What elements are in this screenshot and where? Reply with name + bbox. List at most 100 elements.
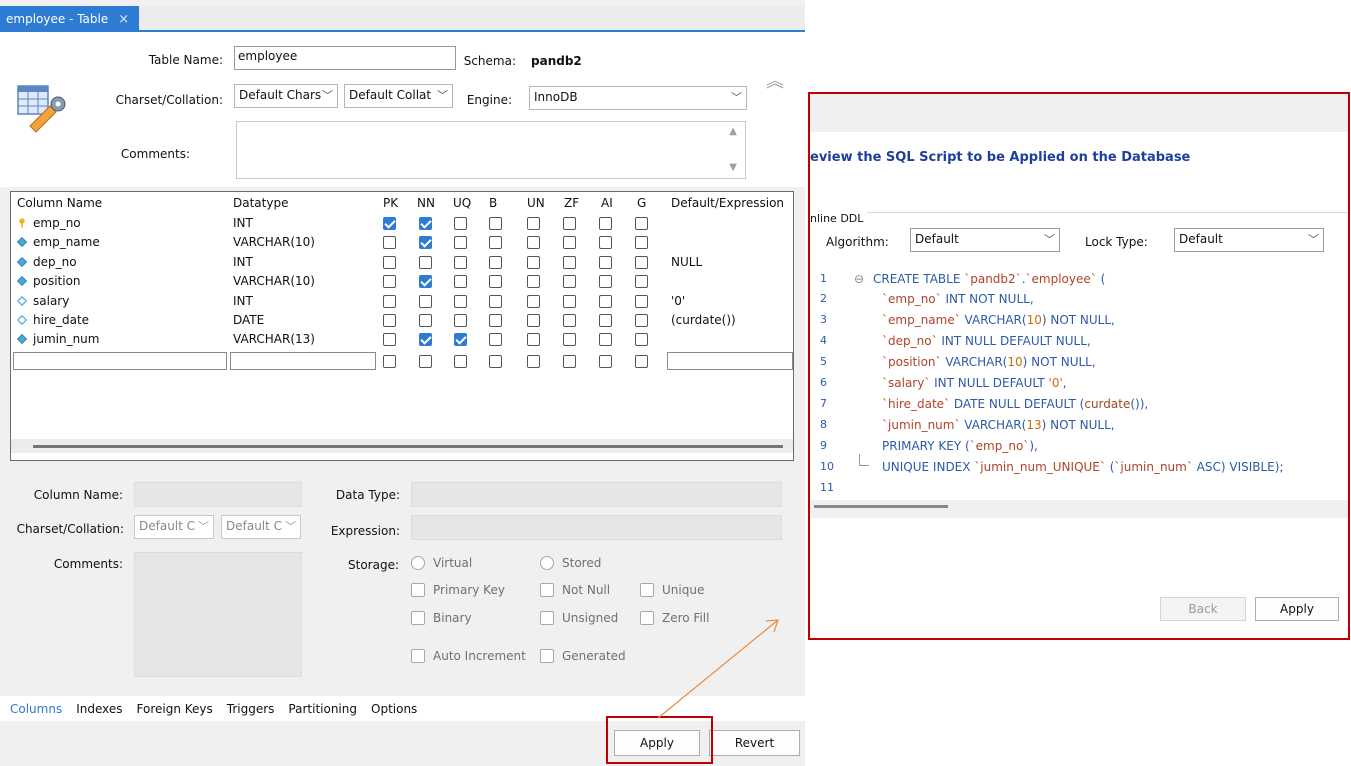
pk-checkbox[interactable] (383, 314, 396, 327)
nn-checkbox[interactable] (419, 236, 432, 250)
tab-indexes[interactable]: Indexes (76, 702, 122, 716)
b-checkbox[interactable] (489, 255, 502, 269)
un-checkbox[interactable] (527, 275, 540, 289)
b-checkbox[interactable] (489, 314, 502, 327)
b-checkbox[interactable] (489, 355, 502, 368)
un-checkbox[interactable] (527, 236, 540, 250)
nn-checkbox[interactable] (419, 294, 432, 308)
g-checkbox[interactable] (635, 314, 648, 327)
b-checkbox[interactable] (489, 333, 502, 347)
default-expression-cell[interactable]: (curdate()) (671, 313, 736, 327)
un-checkbox[interactable] (527, 314, 540, 327)
b-checkbox[interactable] (489, 275, 502, 289)
table-row[interactable]: emp_name VARCHAR(10) (11, 233, 793, 252)
datatype-cell[interactable]: VARCHAR(13) (233, 332, 315, 346)
ai-checkbox[interactable] (599, 236, 612, 250)
nn-checkbox[interactable] (419, 255, 432, 269)
datatype-cell[interactable]: VARCHAR(10) (233, 235, 315, 249)
header-b[interactable]: B (489, 196, 497, 210)
tab-partitioning[interactable]: Partitioning (288, 702, 357, 716)
datatype-cell[interactable]: DATE (233, 313, 264, 327)
uq-checkbox[interactable] (454, 314, 467, 327)
un-checkbox[interactable] (527, 255, 540, 269)
nn-checkbox[interactable] (419, 217, 432, 230)
collation-select[interactable]: Default Collat ﹀ (344, 84, 453, 108)
sql-script-editor[interactable]: 1 ⊖ CREATE TABLE `pandb2`.`employee` ( 2 `e… (810, 266, 1348, 502)
pk-checkbox[interactable] (383, 294, 396, 308)
algorithm-select[interactable]: Default ﹀ (910, 228, 1060, 252)
header-ai[interactable]: AI (601, 196, 613, 210)
charset-select[interactable]: Default Chars ﹀ (234, 84, 338, 108)
not-null-checkbox[interactable]: Not Null (540, 583, 610, 597)
nn-checkbox[interactable] (419, 333, 432, 347)
zf-checkbox[interactable] (563, 355, 576, 368)
un-checkbox[interactable] (527, 355, 540, 368)
stored-radio[interactable]: Stored (540, 556, 601, 570)
uq-checkbox[interactable] (454, 217, 467, 230)
header-g[interactable]: G (637, 196, 646, 210)
un-checkbox[interactable] (527, 333, 540, 347)
detail-comments-textarea[interactable] (134, 552, 302, 677)
engine-select[interactable]: InnoDB ﹀ (529, 86, 747, 110)
data-type-input[interactable] (411, 482, 782, 507)
lock-type-select[interactable]: Default ﹀ (1174, 228, 1324, 252)
table-row[interactable]: position VARCHAR(10) (11, 272, 793, 291)
ai-checkbox[interactable] (599, 294, 612, 308)
pk-checkbox[interactable] (383, 236, 396, 250)
table-row[interactable]: salary INT '0' (11, 292, 793, 311)
column-name-input[interactable] (134, 482, 302, 507)
b-checkbox[interactable] (489, 217, 502, 230)
header-column-name[interactable]: Column Name (17, 196, 102, 210)
datatype-cell[interactable]: INT (233, 216, 253, 230)
uq-checkbox[interactable] (454, 333, 467, 347)
ai-checkbox[interactable] (599, 275, 612, 289)
expression-input[interactable] (411, 515, 782, 540)
table-row[interactable]: emp_no INT (11, 214, 793, 233)
b-checkbox[interactable] (489, 236, 502, 250)
ai-checkbox[interactable] (599, 217, 612, 230)
default-expression-cell[interactable]: NULL (671, 255, 702, 269)
column-name-cell[interactable]: dep_no (33, 255, 77, 269)
unsigned-checkbox[interactable]: Unsigned (540, 611, 618, 625)
header-pk[interactable]: PK (383, 196, 398, 210)
fold-icon[interactable]: ⊖ (854, 272, 864, 286)
header-datatype[interactable]: Datatype (233, 196, 288, 210)
uq-checkbox[interactable] (454, 236, 467, 250)
code-scroll-thumb[interactable] (814, 505, 948, 508)
g-checkbox[interactable] (635, 236, 648, 250)
zf-checkbox[interactable] (563, 314, 576, 327)
new-column-row[interactable] (11, 352, 793, 371)
column-name-cell[interactable]: jumin_num (33, 332, 99, 346)
zf-checkbox[interactable] (563, 236, 576, 250)
g-checkbox[interactable] (635, 333, 648, 347)
collapse-icon[interactable]: ︽ (763, 73, 787, 102)
un-checkbox[interactable] (527, 217, 540, 230)
nn-checkbox[interactable] (419, 275, 432, 289)
b-checkbox[interactable] (489, 294, 502, 308)
tab-options[interactable]: Options (371, 702, 417, 716)
zf-checkbox[interactable] (563, 217, 576, 230)
uq-checkbox[interactable] (454, 275, 467, 289)
grid-scroll-thumb[interactable] (33, 445, 783, 448)
pk-checkbox[interactable] (383, 355, 396, 368)
detail-collation-select[interactable]: Default C ﹀ (221, 515, 301, 539)
detail-charset-select[interactable]: Default C ﹀ (134, 515, 214, 539)
unique-checkbox[interactable]: Unique (640, 583, 704, 597)
header-zf[interactable]: ZF (564, 196, 579, 210)
datatype-cell[interactable]: INT (233, 294, 253, 308)
ai-checkbox[interactable] (599, 355, 612, 368)
scroll-up-icon[interactable]: ▲ (729, 126, 737, 137)
header-uq[interactable]: UQ (453, 196, 471, 210)
tab-columns[interactable]: Columns (10, 702, 62, 716)
pk-checkbox[interactable] (383, 217, 396, 230)
new-column-name-input[interactable] (13, 352, 227, 370)
tab-triggers[interactable]: Triggers (227, 702, 275, 716)
g-checkbox[interactable] (635, 275, 648, 289)
nn-checkbox[interactable] (419, 314, 432, 327)
g-checkbox[interactable] (635, 294, 648, 308)
column-name-cell[interactable]: emp_name (33, 235, 100, 249)
datatype-cell[interactable]: INT (233, 255, 253, 269)
default-expression-cell[interactable]: '0' (671, 294, 685, 308)
table-row[interactable]: dep_no INT NULL (11, 253, 793, 272)
g-checkbox[interactable] (635, 355, 648, 368)
